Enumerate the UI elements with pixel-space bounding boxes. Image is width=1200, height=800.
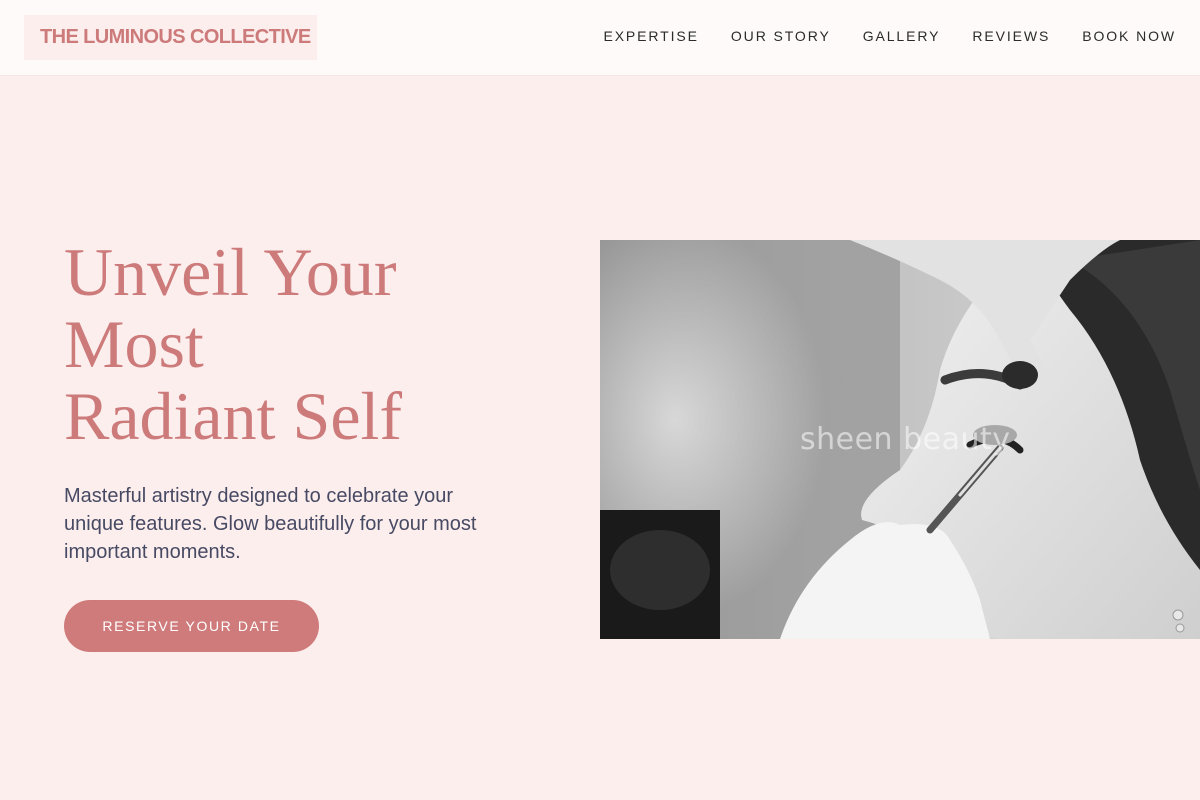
nav-link-our-story[interactable]: OUR STORY	[731, 28, 831, 44]
reserve-date-button[interactable]: RESERVE YOUR DATE	[64, 600, 319, 652]
nav-link-book-now[interactable]: BOOK NOW	[1082, 28, 1176, 44]
hero-headline: Unveil Your Most Radiant Self	[64, 236, 524, 452]
nav-link-reviews[interactable]: REVIEWS	[972, 28, 1050, 44]
main-nav: EXPERTISE OUR STORY GALLERY REVIEWS BOOK…	[603, 0, 1176, 72]
nav-link-gallery[interactable]: GALLERY	[863, 28, 941, 44]
site-logo[interactable]: THE LUMINOUS COLLECTIVE	[24, 15, 317, 60]
headline-line-2: Most	[64, 306, 204, 382]
site-header: THE LUMINOUS COLLECTIVE EXPERTISE OUR ST…	[0, 0, 1200, 76]
headline-line-1: Unveil Your	[64, 234, 397, 310]
image-watermark: sheen beauty	[800, 422, 1011, 457]
hero-photo: sheen beauty	[600, 240, 1200, 639]
headline-line-3: Radiant Self	[64, 378, 403, 454]
nav-link-expertise[interactable]: EXPERTISE	[603, 28, 698, 44]
hero-subtext: Masterful artistry designed to celebrate…	[64, 485, 477, 563]
hero-section: Unveil Your Most Radiant Self Masterful …	[64, 236, 524, 652]
